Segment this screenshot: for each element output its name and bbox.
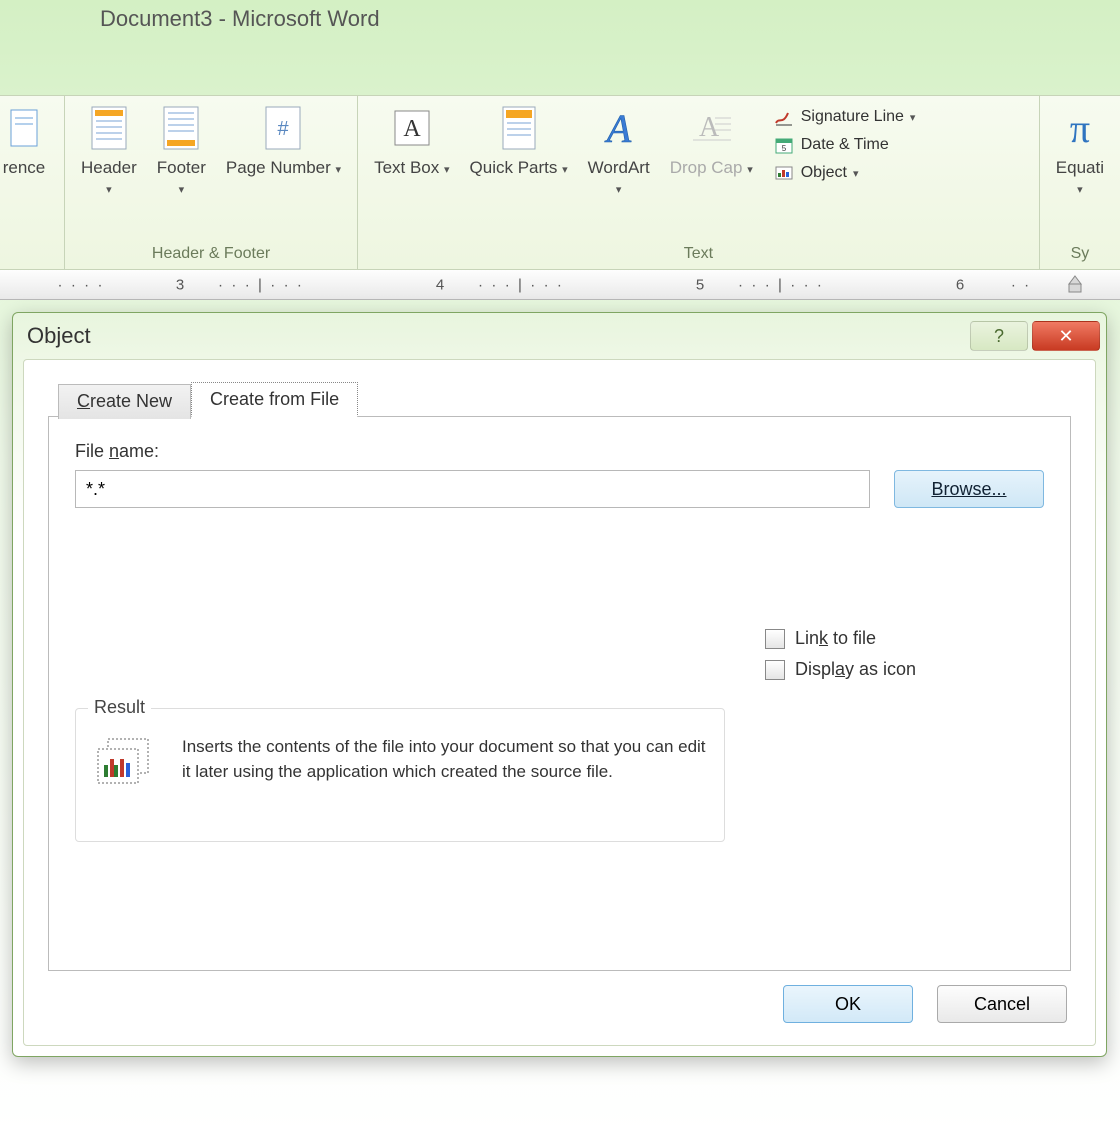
ribbon-quick-parts[interactable]: Quick Parts ▾ [460,100,578,178]
ribbon-label: Equati [1056,158,1104,177]
ribbon-equation[interactable]: π Equati ▾ [1046,100,1114,197]
ruler-mark-5: 5 [696,276,704,293]
header-icon [85,104,133,152]
result-text: Inserts the contents of the file into yo… [182,735,706,784]
file-name-label: File name: [75,441,1044,462]
dialog-footer: OK Cancel [48,971,1071,1027]
dropdown-caret: ▾ [1077,184,1083,196]
ruler[interactable]: · · · · 3 · · · | · · · 4 · · · | · · · … [0,270,1120,300]
ribbon-drop-cap[interactable]: A Drop Cap ▾ [660,100,763,178]
ruler-mark-6: 6 [956,276,964,293]
quick-parts-icon [495,104,543,152]
ribbon-page-number[interactable]: # Page Number ▾ [216,100,351,178]
ribbon: rence Header ▾ Footer ▾ # [0,95,1120,270]
ribbon-label: rence [3,158,46,178]
window-title: Document3 - Microsoft Word [0,0,1120,45]
tab-create-from-file[interactable]: Create from File [191,382,358,417]
display-as-icon-checkbox[interactable]: Display as icon [765,659,1044,680]
ribbon-label: Footer [157,158,206,177]
drop-cap-icon: A [687,104,735,152]
close-icon: ✕ [1058,326,1073,347]
footer-icon [157,104,205,152]
dropdown-caret: ▾ [853,167,859,180]
ribbon-label: WordArt [588,158,650,177]
dialog-title: Object [27,323,91,349]
ribbon-label: Page Number [226,158,331,177]
ok-button[interactable]: OK [783,985,913,1023]
dropdown-caret: ▾ [910,111,916,124]
svg-text:π: π [1070,106,1090,150]
ribbon-label: Header [81,158,137,177]
ribbon-label: Quick Parts [470,158,558,177]
wordart-icon: A [595,104,643,152]
ribbon-object[interactable]: Object ▾ [773,162,916,184]
cancel-button[interactable]: Cancel [937,985,1067,1023]
ribbon-label: Object [801,164,847,182]
browse-button[interactable]: Browse... [894,470,1044,508]
ribbon-wordart[interactable]: A WordArt ▾ [578,100,660,197]
page-number-icon: # [259,104,307,152]
group-label-symbols: Sy [1046,241,1114,269]
object-dialog: Object ? ✕ Create New Create from File F… [12,312,1107,1057]
cross-reference-icon [0,104,48,152]
ribbon-label: Text Box [374,158,439,177]
ribbon-label: Date & Time [801,136,889,154]
dialog-help-button[interactable]: ? [970,321,1028,351]
dropdown-caret: ▾ [616,184,622,196]
dropdown-caret: ▾ [179,184,185,196]
svg-text:A: A [403,116,421,142]
checkbox-icon [765,629,785,649]
object-icon [773,162,795,184]
dialog-titlebar[interactable]: Object ? ✕ [13,313,1106,359]
group-label [0,241,58,269]
group-label-header-footer: Header & Footer [71,241,351,269]
dropdown-caret: ▾ [106,184,112,196]
ribbon-footer[interactable]: Footer ▾ [147,100,216,197]
ruler-mark-4: 4 [436,276,444,293]
dialog-close-button[interactable]: ✕ [1032,321,1100,351]
ribbon-cross-reference[interactable]: rence [0,100,58,178]
tab-create-new[interactable]: Create New [58,384,191,419]
result-legend: Result [88,697,151,718]
svg-text:#: # [278,118,290,140]
dialog-tabs: Create New Create from File [58,382,1071,417]
ribbon-header[interactable]: Header ▾ [71,100,147,197]
ruler-mark-3: 3 [176,276,184,293]
tab-panel-create-from-file: File name: Browse... Link to file Displa… [48,416,1071,971]
result-icon [94,735,162,791]
ribbon-date-time[interactable]: 5 Date & Time [773,134,916,156]
dropdown-caret: ▾ [747,164,753,176]
svg-text:5: 5 [782,144,787,153]
svg-text:A: A [699,112,720,143]
ribbon-label: Signature Line [801,108,904,126]
ribbon-text-box[interactable]: A Text Box ▾ [364,100,459,178]
equation-icon: π [1056,104,1104,152]
help-icon: ? [994,326,1004,347]
svg-text:A: A [603,106,631,150]
dropdown-caret: ▾ [336,164,342,176]
group-label-text: Text [364,241,1033,269]
result-groupbox: Result Inserts the contents [75,708,725,842]
text-box-icon: A [388,104,436,152]
dropdown-caret: ▾ [444,164,450,176]
checkbox-icon [765,660,785,680]
file-name-input[interactable] [75,470,870,508]
ruler-indent-marker[interactable] [1067,274,1083,296]
link-to-file-checkbox[interactable]: Link to file [765,628,1044,649]
ribbon-signature-line[interactable]: Signature Line ▾ [773,106,916,128]
signature-line-icon [773,106,795,128]
ribbon-label: Drop Cap [670,158,743,177]
date-time-icon: 5 [773,134,795,156]
dropdown-caret: ▾ [562,164,568,176]
